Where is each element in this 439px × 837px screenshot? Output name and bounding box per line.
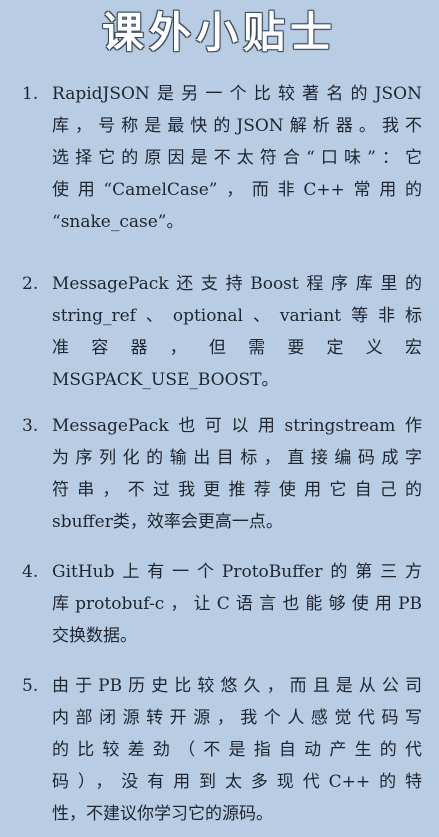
tip-line: 为序列化的输出目标，直接编码成字 — [52, 448, 422, 468]
tip-line: string_ref、optional、variant等非标 — [52, 306, 422, 326]
tip-line: 内部闭源转开源，我个人感觉代码写 — [52, 708, 422, 728]
tip-line: 码），没有用到太多现代C++的特 — [52, 772, 422, 792]
tip-line: 库protobuf-c，让C语言也能够使用PB — [52, 594, 422, 614]
tip-line: 准 容 器 ， 但 需 要 定 义 宏 — [52, 338, 422, 358]
tip-line: MSGPACK_USE_BOOST。 — [52, 370, 279, 390]
tip-line: 使用“CamelCase”，而非C++常用的 — [52, 180, 422, 200]
tips-card: 课外小贴士 1. RapidJSON是另一个比较著名的JSON 库，号称是最快的… — [0, 0, 439, 837]
tip-line: 由于PB历史比较悠久，而且是从公司 — [52, 676, 422, 696]
tip-line: GitHub上有一个ProtoBuffer的第三方 — [52, 562, 422, 582]
tip-number: 2. — [22, 274, 39, 294]
page-title: 课外小贴士 — [101, 8, 337, 57]
tip-line: “snake_case”。 — [52, 212, 184, 232]
tip-line: 选择它的原因是不太符合“口味”：它 — [52, 148, 422, 168]
tip-line: 的比较差劲（不是指自动产生的代 — [52, 740, 422, 760]
tip-number: 3. — [22, 416, 39, 436]
tip-number: 5. — [22, 676, 39, 696]
tip-line: sbuffer类，效率会更高一点。 — [52, 512, 283, 532]
tip-line: RapidJSON是另一个比较著名的JSON — [52, 84, 422, 104]
tip-number: 4. — [22, 562, 39, 582]
tip-line: MessagePack也可以用stringstream作 — [52, 416, 422, 436]
tip-line: MessagePack还支持Boost程序库里的 — [52, 274, 422, 294]
tip-number: 1. — [22, 84, 39, 104]
tip-line: 符串，不过我更推荐使用它自己的 — [52, 480, 422, 500]
tip-line: 性，不建议你学习它的源码。 — [52, 804, 273, 824]
tip-line: 交换数据。 — [52, 626, 137, 646]
tip-line: 库，号称是最快的JSON解析器。我不 — [52, 116, 422, 136]
